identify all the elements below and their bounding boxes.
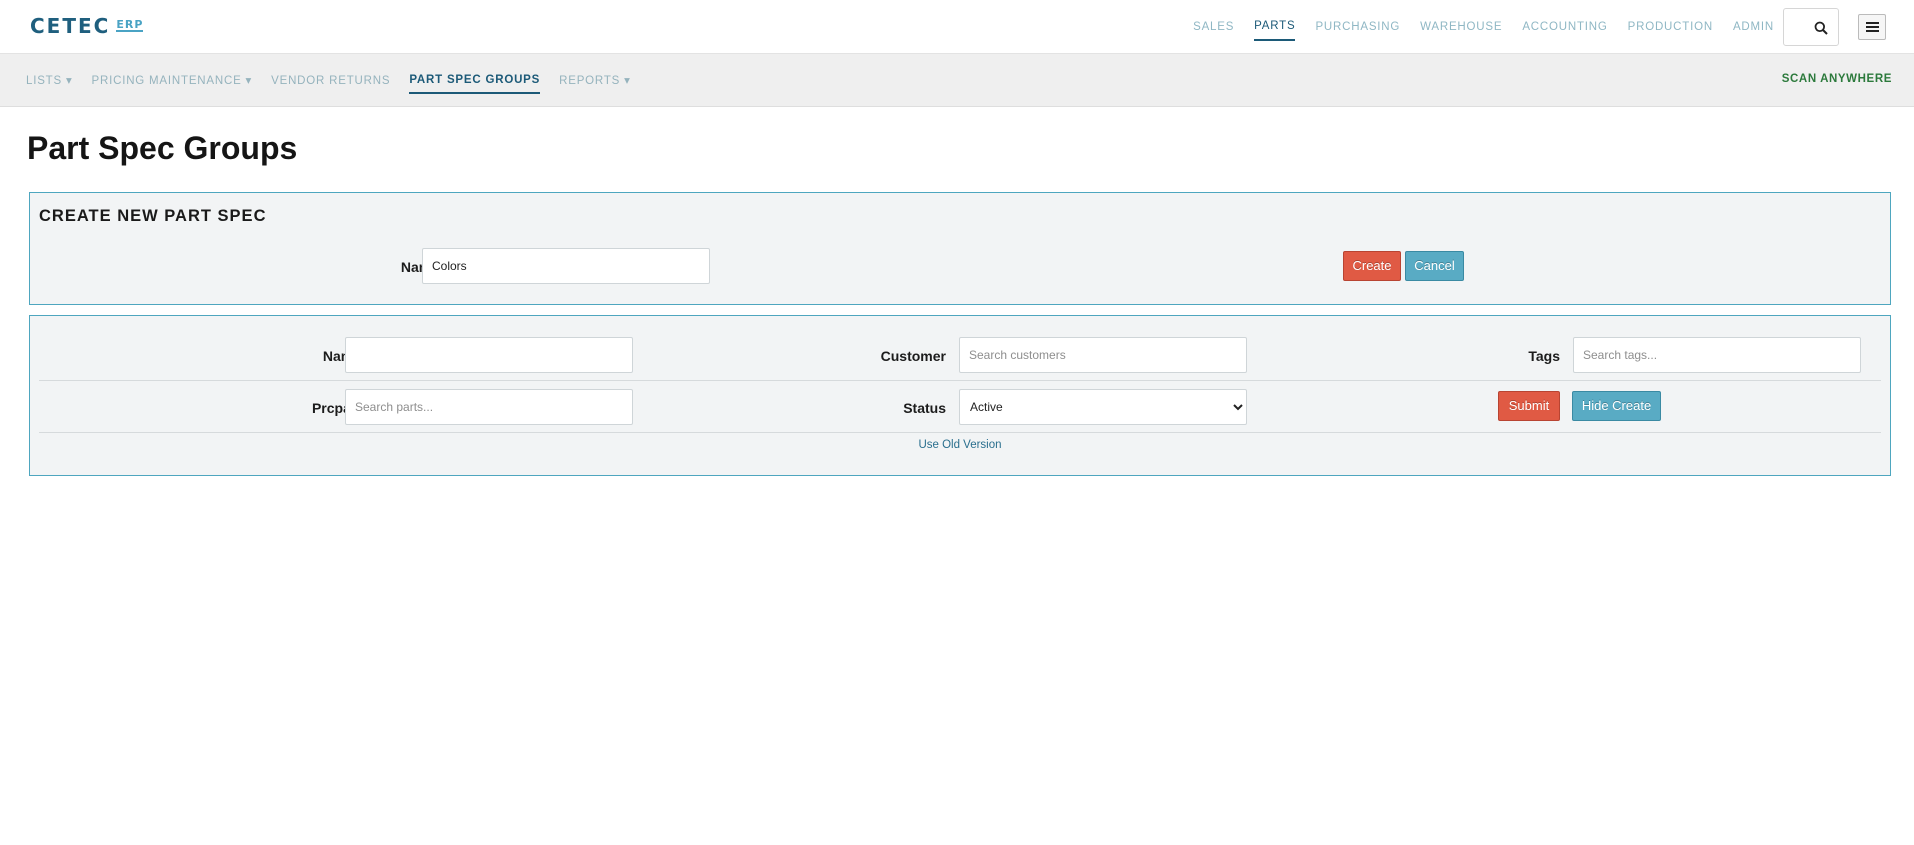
global-search[interactable] xyxy=(1783,8,1839,46)
nav-warehouse[interactable]: WAREHOUSE xyxy=(1420,14,1502,40)
use-old-version-link[interactable]: Use Old Version xyxy=(30,439,1890,451)
hide-create-button[interactable]: Hide Create xyxy=(1572,391,1661,421)
subnav-part-spec-groups[interactable]: PART SPEC GROUPS xyxy=(409,68,541,94)
cetec-logo[interactable]: CETEC ERP xyxy=(30,14,144,38)
logo-text: CETEC xyxy=(30,14,111,38)
search-filter-panel: Name Customer Tags Prcpart Status Active… xyxy=(29,315,1891,476)
search-icon xyxy=(1814,21,1828,35)
subnav-reports[interactable]: REPORTS ▾ xyxy=(559,69,631,93)
page-title: Part Spec Groups xyxy=(27,130,298,166)
status-select[interactable]: Active xyxy=(959,389,1247,425)
customer-filter-label: Customer xyxy=(880,348,946,364)
status-filter-label: Status xyxy=(903,400,946,416)
submit-button[interactable]: Submit xyxy=(1498,391,1560,421)
create-panel-heading: CREATE NEW PART SPEC xyxy=(39,207,267,225)
name-filter-input[interactable] xyxy=(345,337,633,373)
tags-filter-label: Tags xyxy=(1528,348,1560,364)
name-filter-label: Name xyxy=(322,348,361,364)
create-button[interactable]: Create xyxy=(1343,251,1401,281)
nav-accounting[interactable]: ACCOUNTING xyxy=(1522,14,1607,40)
tags-search-input[interactable] xyxy=(1573,337,1861,373)
prcpart-search-input[interactable] xyxy=(345,389,633,425)
top-bar: CETEC ERP SALES PARTS PURCHASING WAREHOU… xyxy=(0,0,1914,54)
nav-production[interactable]: PRODUCTION xyxy=(1628,14,1713,40)
create-part-spec-panel: CREATE NEW PART SPEC Name Create Cancel xyxy=(29,192,1891,305)
customer-search-input[interactable] xyxy=(959,337,1247,373)
cancel-button[interactable]: Cancel xyxy=(1405,251,1464,281)
nav-sales[interactable]: SALES xyxy=(1193,14,1234,40)
subnav-lists[interactable]: LISTS ▾ xyxy=(26,69,73,93)
create-name-input[interactable] xyxy=(422,248,710,284)
logo-suffix: ERP xyxy=(116,18,144,32)
nav-parts[interactable]: PARTS xyxy=(1254,13,1296,41)
nav-admin[interactable]: ADMIN xyxy=(1733,14,1774,40)
hamburger-menu-button[interactable] xyxy=(1858,14,1886,40)
subnav-pricing-maintenance[interactable]: PRICING MAINTENANCE ▾ xyxy=(92,69,253,93)
subnav-vendor-returns[interactable]: VENDOR RETURNS xyxy=(271,69,390,93)
nav-purchasing[interactable]: PURCHASING xyxy=(1315,14,1400,40)
sub-nav: LISTS ▾ PRICING MAINTENANCE ▾ VENDOR RET… xyxy=(0,54,1914,107)
prcpart-filter-label: Prcpart xyxy=(311,400,361,416)
menu-icon xyxy=(1866,22,1879,24)
main-nav: SALES PARTS PURCHASING WAREHOUSE ACCOUNT… xyxy=(1173,0,1774,54)
filter-divider xyxy=(39,432,1881,433)
filter-divider xyxy=(39,380,1881,381)
scan-anywhere-link[interactable]: SCAN ANYWHERE xyxy=(1782,73,1892,85)
